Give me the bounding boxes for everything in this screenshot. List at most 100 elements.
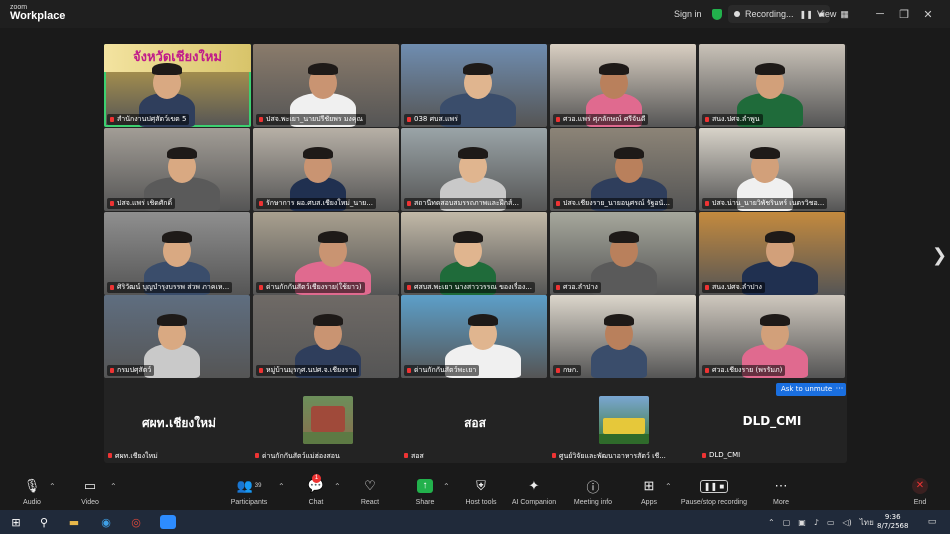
participant-hair [318,231,348,243]
meeting-info-button[interactable]: ⓘ Meeting info [570,476,616,507]
ask-to-unmute-button[interactable]: Ask to unmute [776,383,838,396]
network-icon[interactable]: ▭ [827,518,835,527]
recording-indicator[interactable]: Recording... ❚❚ ■ [728,5,830,23]
ai-companion-button[interactable]: ✦ AI Companion [508,476,560,506]
participant-video-tile[interactable]: ศวอ.เชียงราย (พรรัมภ) [699,295,845,378]
participant-name-label: ปสจ.พะเยา_นายปรีชัยพร มงคุณ [256,114,367,125]
clock-date: 8/7/2568 [877,522,909,530]
participant-hair [313,314,343,326]
participant-video-tile[interactable]: ปสจ.พะเยา_นายปรีชัยพร มงคุณ [253,44,399,127]
chat-label: Chat [308,499,324,506]
participant-name-label: สถานีทดสอบสมรรถภาพและฝึกส์... [404,198,522,209]
participant-video-tile[interactable]: ด่านกักกันสัตว์เชียงราย(ใช้ยาว) [253,212,399,295]
participant-video-tile[interactable]: ปสจ.แพร่ เชิดศักดิ์ [104,128,250,211]
tray-chevron-icon[interactable]: ⌃ [768,518,775,527]
participant-video-tile[interactable]: ศิริวัฒน์ บุญบำรุงบรรพ ส่วพ ภาคเห... [104,212,250,295]
participant-video-tile[interactable]: ปสจ.น่าน_นายวิพัชรินทร์ เนตรวิชอ... [699,128,845,211]
shield-icon: ⛨ [476,478,486,493]
host-tools-button[interactable]: ⛨ Host tools [460,476,502,506]
participant-video-tile[interactable]: สนง.ปศจ.ลำปาง [699,212,845,295]
tile-more-options-button[interactable]: ··· [833,383,846,396]
participant-video-tile[interactable]: ศวอ.แพร่ ศุภลักษณ์ ศรีจันดี [550,44,696,127]
search-icon[interactable]: ⚲ [36,514,52,530]
participant-video-tile[interactable]: ด่านกักกันสัตว์พะเยา [401,295,547,378]
chrome-browser-icon[interactable]: ◎ [128,514,144,530]
host-tools-label: Host tools [465,499,497,506]
participant-name-label: 038 ศบส.แพร่ [404,114,461,125]
participant-video-tile[interactable]: รักษาการ ผอ.ศบส.เชียงใหม่_นาย... [253,128,399,211]
video-label: Video [81,499,99,506]
participant-video-tile[interactable]: สนง.ปศจ.ลำพูน [699,44,845,127]
windows-start-icon[interactable]: ⊞ [8,514,24,530]
participant-video-tile[interactable]: กรมปศุสัตว์ [104,295,250,378]
end-button[interactable]: ✕ End [908,476,932,506]
participant-hair [308,63,338,75]
participant-video-tile[interactable]: ศวอ.ลำปาง [550,212,696,295]
logo-line2: Workplace [10,10,66,22]
participant-hair [760,314,790,326]
windows-taskbar: ⊞ ⚲ ▬ ◉ ◎ ⌃ ▢ ▣ ♪ ▭ ◁) ไทย 9:36 8/7/2568… [0,510,950,534]
zoom-app-icon[interactable] [160,514,176,530]
participant-avatar [303,396,353,444]
participant-hair [167,147,197,159]
more-button[interactable]: ⋯ More [768,476,794,506]
participant-name-label: กรมปศุสัตว์ [107,365,155,376]
participant-video-tile[interactable]: หมู่บ้านมุรกุศ.นปศ.จ.เชียงราย [253,295,399,378]
audio-options-caret-icon[interactable]: ⌃ [49,482,56,491]
bottom-participant-row: ศผท.เชียงใหม่ ศผท.เชียงใหม่ ด่านกักกันสั… [104,396,847,463]
audio-button[interactable]: 🎙 Audio [18,476,46,506]
sign-in-link[interactable]: Sign in [674,0,702,28]
participant-name-label: ด่านกักกันสัตว์พะเยา [404,365,480,376]
share-label: Share [415,499,435,506]
participant-name-label: รักษาการ ผอ.ศบส.เชียงใหม่_นาย... [256,198,376,209]
video-button[interactable]: ▭ Video [76,476,104,506]
restore-icon[interactable]: ❐ [892,0,916,28]
participant-video-tile[interactable]: ศสบส.พะเยา นางสาววรรณ ของเรื่อง... [401,212,547,295]
minimize-icon[interactable]: ─ [868,0,892,28]
video-options-caret-icon[interactable]: ⌃ [110,482,117,491]
shield-icon[interactable] [712,8,722,20]
tray-app-icon[interactable]: ▢ [783,518,791,527]
edge-browser-icon[interactable]: ◉ [98,514,114,530]
participant-video-tile[interactable]: ปสจ.เชียงราย_นายอนุศรณ์ รัฐอนั... [550,128,696,211]
pause-stop-recording-button[interactable]: ❚❚ ■ Pause/stop recording [676,476,752,506]
tray-device-icon[interactable]: ▣ [798,518,806,527]
participant-hair [750,147,780,159]
participants-button[interactable]: 👥 39 Participants [226,476,272,506]
sign-in-label: Sign in [674,9,702,19]
chat-caret-icon[interactable]: ⌃ [334,482,341,491]
participant-video-tile[interactable]: กษก. [550,295,696,378]
participant-name-label: ศวอ.ลำปาง [553,282,601,293]
tray-mic-icon[interactable]: ♪ [814,518,819,527]
participant-name-large: สอส [464,416,486,430]
participant-name-label: ศสบส.พะเยา นางสาววรรณ ของเรื่อง... [404,282,535,293]
participant-video-tile[interactable]: 038 ศบส.แพร่ [401,44,547,127]
system-clock[interactable]: 9:36 8/7/2568 [877,513,908,531]
close-icon[interactable]: ✕ [916,0,940,28]
participants-caret-icon[interactable]: ⌃ [278,482,285,491]
apps-caret-icon[interactable]: ⌃ [665,482,672,491]
participant-name-large: DLD_CMI [742,414,802,428]
clock-time: 9:36 [884,513,901,521]
file-explorer-icon[interactable]: ▬ [66,514,82,530]
video-gallery: จังหวัดเชียงใหม่ สำนักงานปศุสัตว์เขต 5 ปสจ… [104,44,847,463]
meeting-toolbar: 🎙 Audio ⌃ ▭ Video ⌃ 👥 39 Participants ⌃ 💬… [0,474,950,510]
participant-video-tile[interactable]: สถานีทดสอบสมรรถภาพและฝึกส์... [401,128,547,211]
heart-icon: ♡ [364,478,376,493]
share-caret-icon[interactable]: ⌃ [443,482,450,491]
participant-name-label: ศวอ.เชียงราย (พรรัมภ) [702,365,786,376]
chat-button[interactable]: 💬 1 Chat [302,474,330,506]
notification-icon[interactable]: ▭ [924,514,940,530]
apps-button[interactable]: ⊞ Apps [635,476,663,506]
react-button[interactable]: ♡ React [356,476,384,506]
input-language[interactable]: ไทย [860,516,874,529]
participant-video-tile[interactable]: จังหวัดเชียงใหม่ สำนักงานปศุสัตว์เขต 5 [104,44,251,127]
volume-icon[interactable]: ◁) [843,518,852,527]
sparkle-icon: ✦ [528,478,540,493]
next-page-arrow-icon[interactable]: ❯ [932,245,947,266]
share-button[interactable]: ↑ Share [411,476,439,506]
view-button[interactable]: View ▦ [817,0,849,28]
participant-name-label: ศวอ.แพร่ ศุภลักษณ์ ศรีจันดี [553,114,649,125]
pause-icon[interactable]: ❚❚ [800,10,813,19]
ai-companion-label: AI Companion [511,499,557,506]
